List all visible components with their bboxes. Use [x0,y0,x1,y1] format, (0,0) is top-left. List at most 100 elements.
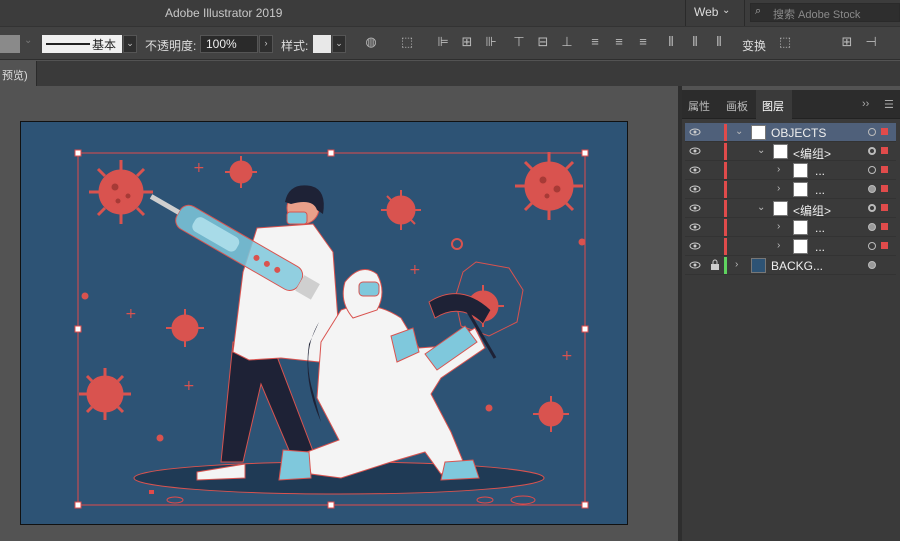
artboard[interactable]: + + + + + [20,121,628,525]
layer-thumbnail [751,125,766,140]
workspace-switcher[interactable]: Web ⌄ [685,0,745,26]
illustration[interactable]: + + + + + [21,122,629,526]
align-left-icon[interactable]: ⊫ [434,34,452,54]
selection-indicator[interactable] [881,166,888,173]
boot-right [440,459,480,481]
layer-row-item[interactable]: › ... [685,218,896,237]
visibility-eye-icon[interactable] [689,183,701,195]
style-dropdown-button[interactable]: ⌄ [332,35,346,53]
recolor-icon[interactable]: ◍ [362,34,380,54]
target-circle-icon[interactable] [868,204,876,212]
lock-icon[interactable] [710,259,720,271]
selection-indicator[interactable] [881,185,888,192]
stock-search-input[interactable]: ⌕ 搜索 Adobe Stock [750,3,900,22]
target-circle-icon[interactable] [868,166,876,174]
tab-properties[interactable]: 属性 [682,90,720,119]
doctor-mask [286,211,308,225]
target-circle-icon[interactable] [868,242,876,250]
layer-name[interactable]: OBJECTS [771,126,826,140]
align-selection-icon[interactable]: ⬚ [398,34,416,54]
expand-panel-icon[interactable]: ›› [862,98,869,110]
layer-row-item[interactable]: › ... [685,237,896,256]
document-tab-label: 预览) [2,70,28,82]
layer-row-group[interactable]: ⌄ <编组> [685,142,896,161]
selection-indicator[interactable] [881,223,888,230]
layer-color-bar [724,238,727,255]
svg-text:+: + [193,160,205,176]
align-bottom-icon[interactable]: ⊥ [558,34,576,54]
distribute-hcenter-icon[interactable]: ⫴ [686,34,704,54]
fill-swatch[interactable] [0,35,20,53]
visibility-eye-icon[interactable] [689,259,701,271]
layer-name[interactable]: BACKG... [771,259,823,273]
visibility-eye-icon[interactable] [689,126,701,138]
align-hcenter-icon[interactable]: ⊞ [458,34,476,54]
layer-thumbnail [773,201,788,216]
visibility-eye-icon[interactable] [689,202,701,214]
align-top-icon[interactable]: ⊤ [510,34,528,54]
distribute-vcenter-icon[interactable]: ≡ [610,34,628,54]
stroke-profile-select[interactable]: 基本 [42,35,122,53]
distribute-right-icon[interactable]: ⫴ [710,34,728,54]
chevron-down-icon[interactable]: ⌄ [24,35,32,46]
selection-indicator[interactable] [881,204,888,211]
layer-name[interactable]: <编组> [793,145,831,162]
virus-small-1 [225,156,257,188]
layer-name[interactable]: <编组> [793,202,831,219]
transform-button[interactable]: 变换 [742,37,766,54]
layer-row-background[interactable]: › BACKG... [685,256,896,275]
visibility-eye-icon[interactable] [689,164,701,176]
layer-row-item[interactable]: › ... [685,180,896,199]
stroke-dropdown-button[interactable]: ⌄ [123,35,137,53]
layer-row-group[interactable]: ⌄ <编组> [685,199,896,218]
selection-indicator[interactable] [881,147,888,154]
target-circle-icon[interactable] [868,261,876,269]
chevron-down-icon[interactable]: ⌄ [757,202,765,213]
target-circle-icon[interactable] [868,128,876,136]
selection-indicator[interactable] [881,242,888,249]
graphic-style-swatch[interactable] [313,35,331,53]
layer-name[interactable]: ... [815,240,825,254]
opacity-arrow-button[interactable]: › [259,35,273,53]
chevron-right-icon[interactable]: › [777,221,780,232]
boot-left [278,449,312,481]
tab-artboards[interactable]: 画板 [720,90,756,119]
layer-color-bar [724,219,727,236]
align-right-icon[interactable]: ⊪ [482,34,500,54]
distribute-top-icon[interactable]: ≡ [586,34,604,54]
document-tab[interactable]: 预览) [0,61,37,86]
layer-name[interactable]: ... [815,164,825,178]
chevron-right-icon[interactable]: › [777,164,780,175]
distribute-bottom-icon[interactable]: ≡ [634,34,652,54]
chevron-right-icon[interactable]: › [777,240,780,251]
layer-row-item[interactable]: › ... [685,161,896,180]
layer-color-bar [724,124,727,141]
layer-name[interactable]: ... [815,183,825,197]
layer-thumbnail [773,144,788,159]
tab-layers[interactable]: 图层 [756,90,792,119]
layer-row-objects[interactable]: ⌄ OBJECTS [685,123,896,142]
layer-name[interactable]: ... [815,221,825,235]
isolate-icon[interactable]: ⬚ [776,34,794,54]
arrange-icon[interactable]: ⊞ [838,34,856,54]
suit-visor [358,281,380,297]
chevron-down-icon[interactable]: ⌄ [735,126,743,137]
target-circle-icon[interactable] [868,147,876,155]
panel-options-icon[interactable]: ⊣ [862,34,880,54]
visibility-eye-icon[interactable] [689,145,701,157]
chevron-right-icon[interactable]: › [777,183,780,194]
app-title: Adobe Illustrator 2019 [165,6,283,20]
visibility-eye-icon[interactable] [689,221,701,233]
align-vcenter-icon[interactable]: ⊟ [534,34,552,54]
document-tab-bar: 预览) [0,61,900,86]
chevron-down-icon[interactable]: ⌄ [757,145,765,156]
panel-menu-icon[interactable]: ☰ [884,98,894,111]
target-circle-icon[interactable] [868,185,876,193]
opacity-input[interactable]: 100% [200,35,258,53]
target-circle-icon[interactable] [868,223,876,231]
chevron-right-icon[interactable]: › [735,259,738,270]
layers-panel: 属性 画板 图层 ›› ☰ ⌄ OBJECTS ⌄ <编组> › ... › .… [682,90,900,541]
selection-indicator[interactable] [881,128,888,135]
distribute-left-icon[interactable]: ⫴ [662,34,680,54]
visibility-eye-icon[interactable] [689,240,701,252]
